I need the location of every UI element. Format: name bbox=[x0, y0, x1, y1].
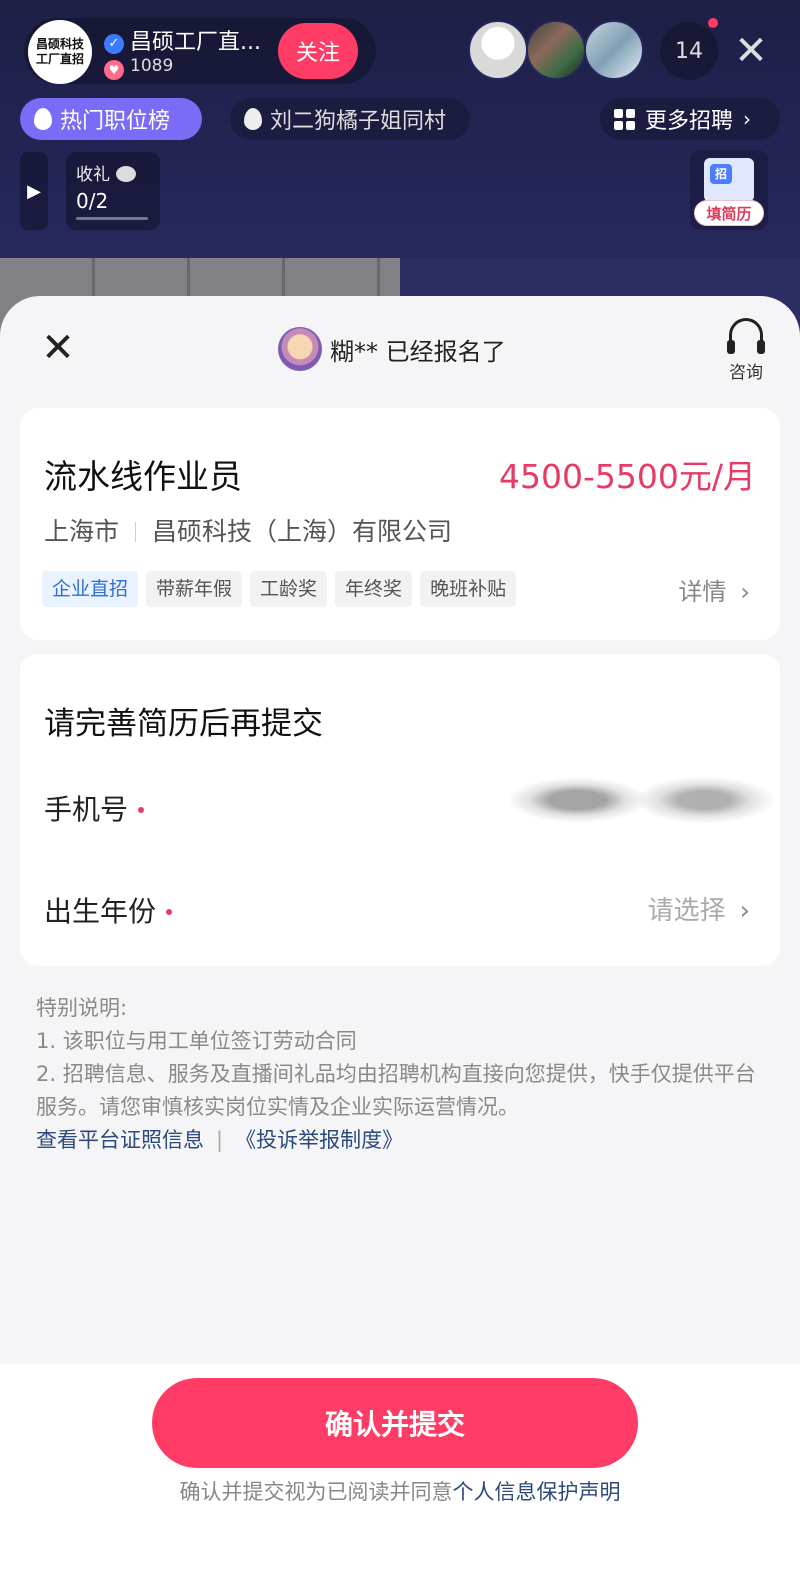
verified-icon: ✓ bbox=[104, 34, 124, 54]
grid-icon bbox=[614, 108, 635, 130]
flame-icon bbox=[34, 108, 52, 130]
close-icon[interactable]: ✕ bbox=[728, 28, 774, 74]
job-tag: 企业直招 bbox=[42, 571, 139, 607]
notice-links: 查看平台证照信息 | 《投诉举报制度》 bbox=[36, 1128, 404, 1152]
host-name: 昌硕工厂直... bbox=[130, 30, 261, 55]
gift-count: 0/2 bbox=[76, 189, 109, 213]
gift-progress[interactable]: 收礼 0/2 bbox=[66, 152, 160, 230]
job-tag: 带薪年假 bbox=[146, 571, 243, 607]
avatar[interactable] bbox=[526, 20, 586, 80]
notification-dot bbox=[708, 18, 718, 28]
confirm-submit-button[interactable]: 确认并提交 bbox=[152, 1378, 638, 1468]
signup-notice: 糊** 已经报名了 bbox=[278, 326, 506, 372]
resume-form: 请完善简历后再提交 手机号 出生年份 请选择 › bbox=[20, 654, 780, 966]
avatar bbox=[278, 327, 322, 371]
consent-text: 确认并提交视为已阅读并同意个人信息保护声明 bbox=[179, 1480, 621, 1504]
more-jobs-button[interactable]: 更多招聘 › bbox=[600, 98, 780, 140]
resume-icon: 招 bbox=[704, 158, 754, 202]
job-tags: 企业直招 带薪年假 工龄奖 年终奖 晚班补贴 bbox=[42, 571, 524, 607]
viewer-avatars[interactable] bbox=[468, 20, 644, 80]
chevron-right-icon: › bbox=[740, 578, 750, 606]
hot-jobs-button[interactable]: 热门职位榜 bbox=[20, 98, 202, 140]
phone-field[interactable] bbox=[510, 734, 780, 854]
avatar[interactable] bbox=[468, 20, 528, 80]
job-tag: 晚班补贴 bbox=[420, 571, 517, 607]
required-marker bbox=[166, 909, 173, 915]
consult-button[interactable]: 咨询 bbox=[718, 318, 774, 383]
bottom-bar: 确认并提交 确认并提交视为已阅读并同意个人信息保护声明 bbox=[0, 1364, 800, 1589]
host-info[interactable]: 昌硕科技 工厂直招 ✓ 昌硕工厂直... ♥ 1089 关注 bbox=[24, 18, 376, 84]
ticker[interactable]: 刘二狗橘子姐同村 bbox=[230, 98, 470, 140]
required-marker bbox=[138, 807, 145, 813]
birth-year-label: 出生年份 bbox=[44, 890, 173, 930]
follow-button[interactable]: 关注 bbox=[278, 23, 358, 79]
form-title: 请完善简历后再提交 bbox=[44, 706, 323, 742]
live-top-bar: 昌硕科技 工厂直招 ✓ 昌硕工厂直... ♥ 1089 关注 14 ✕ bbox=[20, 18, 782, 84]
flame-icon bbox=[244, 108, 262, 130]
headset-icon bbox=[727, 318, 765, 354]
close-icon[interactable]: ✕ bbox=[36, 326, 80, 370]
chevron-right-icon: › bbox=[743, 107, 752, 131]
birth-year-select[interactable]: 请选择 › bbox=[648, 890, 750, 927]
job-card: 流水线作业员 4500-5500元/月 上海市 昌硕科技（上海）有限公司 企业直招… bbox=[20, 408, 780, 640]
job-detail-link[interactable]: 详情 › bbox=[678, 572, 750, 607]
avatar[interactable] bbox=[584, 20, 644, 80]
fill-resume-button[interactable]: 招 填简历 bbox=[690, 150, 768, 230]
play-icon[interactable]: ▶ bbox=[20, 152, 48, 230]
gift-icon bbox=[116, 166, 136, 182]
like-count: 1089 bbox=[130, 56, 174, 76]
resume-label: 填简历 bbox=[694, 200, 764, 226]
job-tag: 年终奖 bbox=[335, 571, 413, 607]
license-link[interactable]: 查看平台证照信息 bbox=[36, 1128, 204, 1152]
live-row-2: 热门职位榜 刘二狗橘子姐同村 更多招聘 › bbox=[20, 98, 780, 140]
job-location: 上海市 昌硕科技（上海）有限公司 bbox=[44, 517, 453, 546]
report-policy-link[interactable]: 《投诉举报制度》 bbox=[235, 1128, 403, 1152]
special-notice: 特别说明: 1. 该职位与用工单位签订劳动合同 2. 招聘信息、服务及直播间礼品… bbox=[36, 996, 756, 1119]
chevron-right-icon: › bbox=[739, 896, 750, 926]
job-salary: 4500-5500元/月 bbox=[499, 457, 756, 496]
phone-label: 手机号 bbox=[44, 788, 145, 828]
job-tag: 工龄奖 bbox=[250, 571, 328, 607]
gift-progress-bar bbox=[76, 217, 148, 220]
privacy-statement-link[interactable]: 个人信息保护声明 bbox=[453, 1480, 621, 1504]
job-title: 流水线作业员 bbox=[44, 457, 242, 496]
heart-icon: ♥ bbox=[104, 60, 124, 80]
viewer-count[interactable]: 14 bbox=[660, 22, 718, 80]
host-avatar[interactable]: 昌硕科技 工厂直招 bbox=[28, 20, 92, 84]
